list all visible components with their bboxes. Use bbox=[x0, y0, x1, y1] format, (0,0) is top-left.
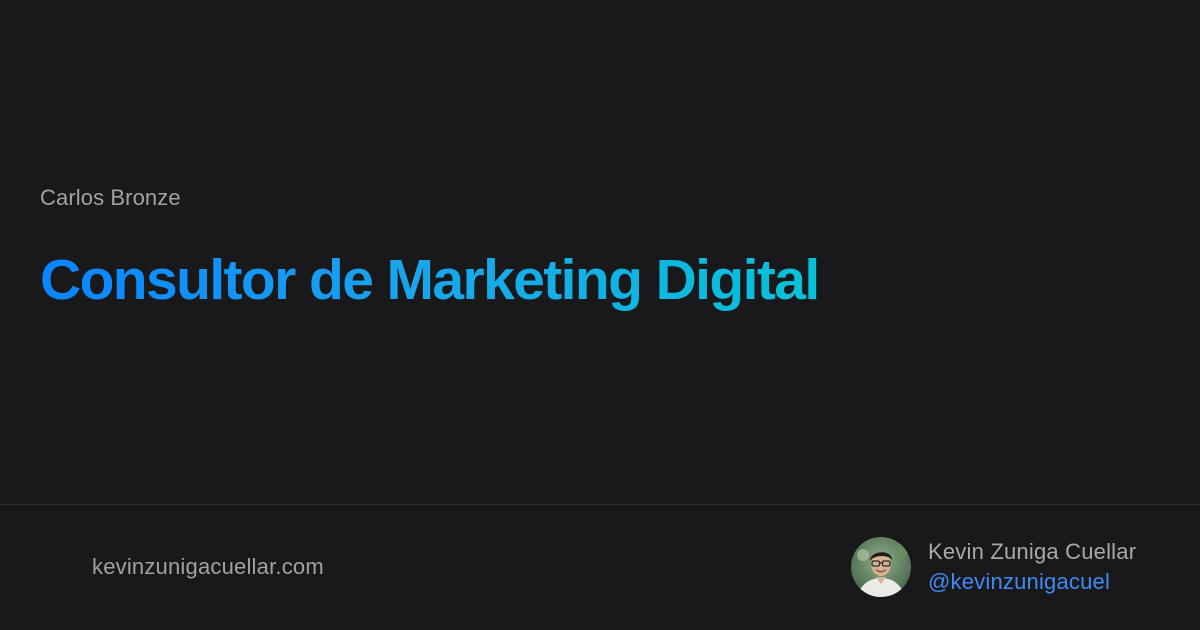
avatar bbox=[851, 537, 911, 597]
author-text: Kevin Zuniga Cuellar @kevinzunigacuel bbox=[928, 537, 1136, 597]
footer-divider bbox=[0, 504, 1200, 505]
author-name: Kevin Zuniga Cuellar bbox=[928, 539, 1137, 564]
user-photo-icon bbox=[851, 537, 911, 597]
og-card: Carlos Bronze Consultor de Marketing Dig… bbox=[0, 0, 1200, 630]
page-title: Consultor de Marketing Digital bbox=[40, 244, 820, 316]
eyebrow-label: Carlos Bronze bbox=[40, 185, 181, 210]
site-link[interactable]: kevinzunigacuellar.com bbox=[92, 553, 324, 581]
author-block: Kevin Zuniga Cuellar @kevinzunigacuel bbox=[851, 537, 1136, 597]
author-handle-link[interactable]: @kevinzunigacuel bbox=[928, 567, 1136, 597]
